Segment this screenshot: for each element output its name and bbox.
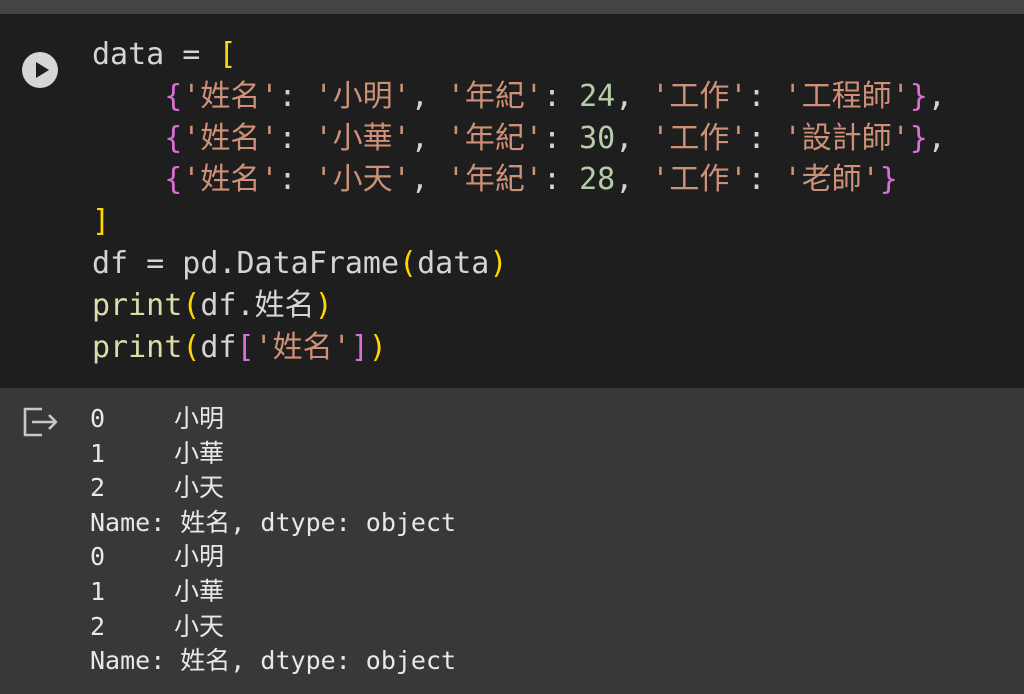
code-token: :: [542, 162, 580, 198]
code-token: :: [542, 78, 580, 114]
row-index: 2: [90, 611, 106, 641]
code-line: {'姓名': '小天', '年紀': 28, '工作': '老師'}: [92, 159, 946, 201]
code-token: ,: [927, 120, 946, 156]
code-cell[interactable]: data = [ {'姓名': '小明', '年紀': 24, '工作': '工…: [0, 14, 1024, 388]
cell-output: 0 小明 1 小華 2 小天 Name: 姓名, dtype: object 0 小明 1 小華 2 小…: [90, 402, 456, 679]
code-token: '老師': [783, 162, 880, 198]
code-token: ,: [410, 162, 447, 198]
code-token: ): [314, 287, 333, 323]
code-line: data = [: [92, 34, 946, 76]
code-token: '姓名': [182, 120, 279, 156]
code-token: data =: [92, 37, 219, 72]
series-row: 1 小華: [90, 437, 456, 472]
code-token: 30: [579, 120, 616, 156]
code-token: '年紀': [446, 78, 543, 114]
row-index: 0: [90, 542, 106, 572]
code-token: '工作': [651, 120, 748, 156]
code-token: {: [164, 78, 183, 114]
row-index: 2: [90, 473, 106, 503]
code-token: df: [200, 329, 237, 365]
code-token: }: [879, 162, 898, 198]
code-token: (: [182, 329, 201, 365]
code-token: '小明': [314, 78, 411, 114]
code-line: {'姓名': '小明', '年紀': 24, '工作': '工程師'},: [92, 76, 946, 118]
code-token: :: [278, 120, 315, 156]
code-token: ,: [410, 78, 447, 114]
code-token: ): [489, 245, 508, 281]
row-value: 小明: [174, 404, 225, 433]
code-token: 28: [579, 162, 616, 198]
code-token: '工作': [651, 162, 748, 198]
code-line: {'姓名': '小華', '年紀': 30, '工作': '設計師'},: [92, 118, 946, 160]
row-value: 小天: [174, 473, 225, 503]
code-token: }: [909, 78, 928, 114]
code-token: ,: [927, 78, 946, 114]
code-line: print(df['姓名']): [92, 327, 946, 369]
code-token: :: [747, 78, 784, 114]
code-token: '年紀': [446, 120, 543, 156]
row-index: 1: [90, 438, 106, 468]
row-index: 0: [90, 404, 106, 433]
series-row: 2 小天: [90, 610, 456, 645]
code-token: :: [747, 120, 784, 156]
code-token: :: [747, 162, 784, 198]
code-line: print(df.姓名): [92, 285, 946, 327]
code-token: '年紀': [446, 162, 543, 198]
code-token: ,: [615, 120, 652, 156]
code-token: :: [542, 120, 580, 156]
code-token: df.姓名: [200, 287, 315, 323]
code-token: '姓名': [182, 162, 279, 198]
code-token: ]: [350, 329, 369, 365]
row-value: 小明: [174, 542, 225, 572]
code-token: [: [236, 329, 255, 365]
row-value: 小天: [174, 611, 225, 641]
code-token: :: [278, 78, 315, 114]
code-token: '工程師': [783, 78, 910, 114]
code-token: ): [368, 329, 387, 365]
series-row: 1 小華: [90, 575, 456, 610]
code-token: 24: [579, 78, 616, 114]
row-value: 小華: [174, 438, 225, 468]
code-line: ]: [92, 201, 946, 243]
series-row: 2 小天: [90, 471, 456, 506]
code-token: '姓名': [254, 329, 351, 365]
output-redirect-icon[interactable]: [22, 406, 60, 438]
row-value: 小華: [174, 576, 225, 606]
top-border: [0, 0, 1024, 14]
code-token: data: [417, 245, 490, 281]
series-footer: Name: 姓名, dtype: object: [90, 646, 457, 676]
run-cell-button[interactable]: [22, 52, 58, 88]
code-token: {: [164, 120, 183, 156]
code-token: '小華': [314, 120, 411, 156]
code-token: ,: [615, 78, 652, 114]
code-token: :: [278, 162, 315, 198]
code-token: [: [218, 37, 237, 72]
code-token: '姓名': [182, 78, 279, 114]
code-token: '設計師': [783, 120, 910, 156]
series-row: 0 小明: [90, 540, 456, 575]
code-token: '小天': [314, 162, 411, 198]
code-token: df = pd.DataFrame: [92, 245, 400, 281]
code-token: print: [92, 329, 183, 365]
output-area: 0 小明 1 小華 2 小天 Name: 姓名, dtype: object 0 小明 1 小華 2 小…: [0, 388, 1024, 694]
row-index: 1: [90, 576, 106, 606]
code-token: }: [909, 120, 928, 156]
code-token: (: [399, 245, 418, 281]
code-token: ]: [92, 204, 111, 240]
code-editor[interactable]: data = [ {'姓名': '小明', '年紀': 24, '工作': '工…: [92, 34, 946, 368]
series-footer: Name: 姓名, dtype: object: [90, 507, 457, 537]
code-token: ,: [410, 120, 447, 156]
play-circle-icon: [36, 62, 49, 78]
code-token: '工作': [651, 78, 748, 114]
code-token: ,: [615, 162, 652, 198]
code-token: (: [182, 287, 201, 323]
series-row: 0 小明: [90, 402, 456, 437]
code-token: {: [164, 162, 183, 198]
code-line: df = pd.DataFrame(data): [92, 243, 946, 285]
code-token: print: [92, 287, 183, 323]
